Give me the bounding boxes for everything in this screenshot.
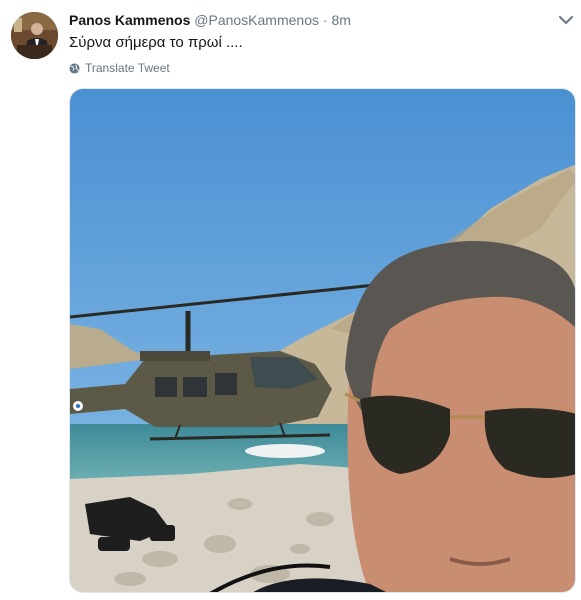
- tweet-header: Panos Kammenos @PanosKammenos · 8m: [69, 11, 351, 29]
- globe-icon: [69, 62, 80, 74]
- tweet-photo[interactable]: [69, 88, 576, 593]
- author-handle[interactable]: @PanosKammenos: [194, 12, 319, 28]
- author-name[interactable]: Panos Kammenos: [69, 12, 190, 28]
- tweet[interactable]: Panos Kammenos @PanosKammenos · 8m Σύρνα…: [0, 0, 581, 600]
- chevron-down-icon[interactable]: [558, 13, 574, 27]
- tweet-text: Σύρνα σήμερα το πρωί ....: [69, 34, 243, 51]
- separator-dot: ·: [322, 12, 328, 28]
- boat: [245, 444, 325, 458]
- timestamp[interactable]: 8m: [331, 12, 350, 28]
- avatar-image: [11, 12, 58, 59]
- translate-label: Translate Tweet: [85, 61, 170, 75]
- avatar[interactable]: [11, 12, 58, 59]
- photo-scene: [70, 89, 575, 592]
- translate-tweet-link[interactable]: Translate Tweet: [69, 60, 170, 76]
